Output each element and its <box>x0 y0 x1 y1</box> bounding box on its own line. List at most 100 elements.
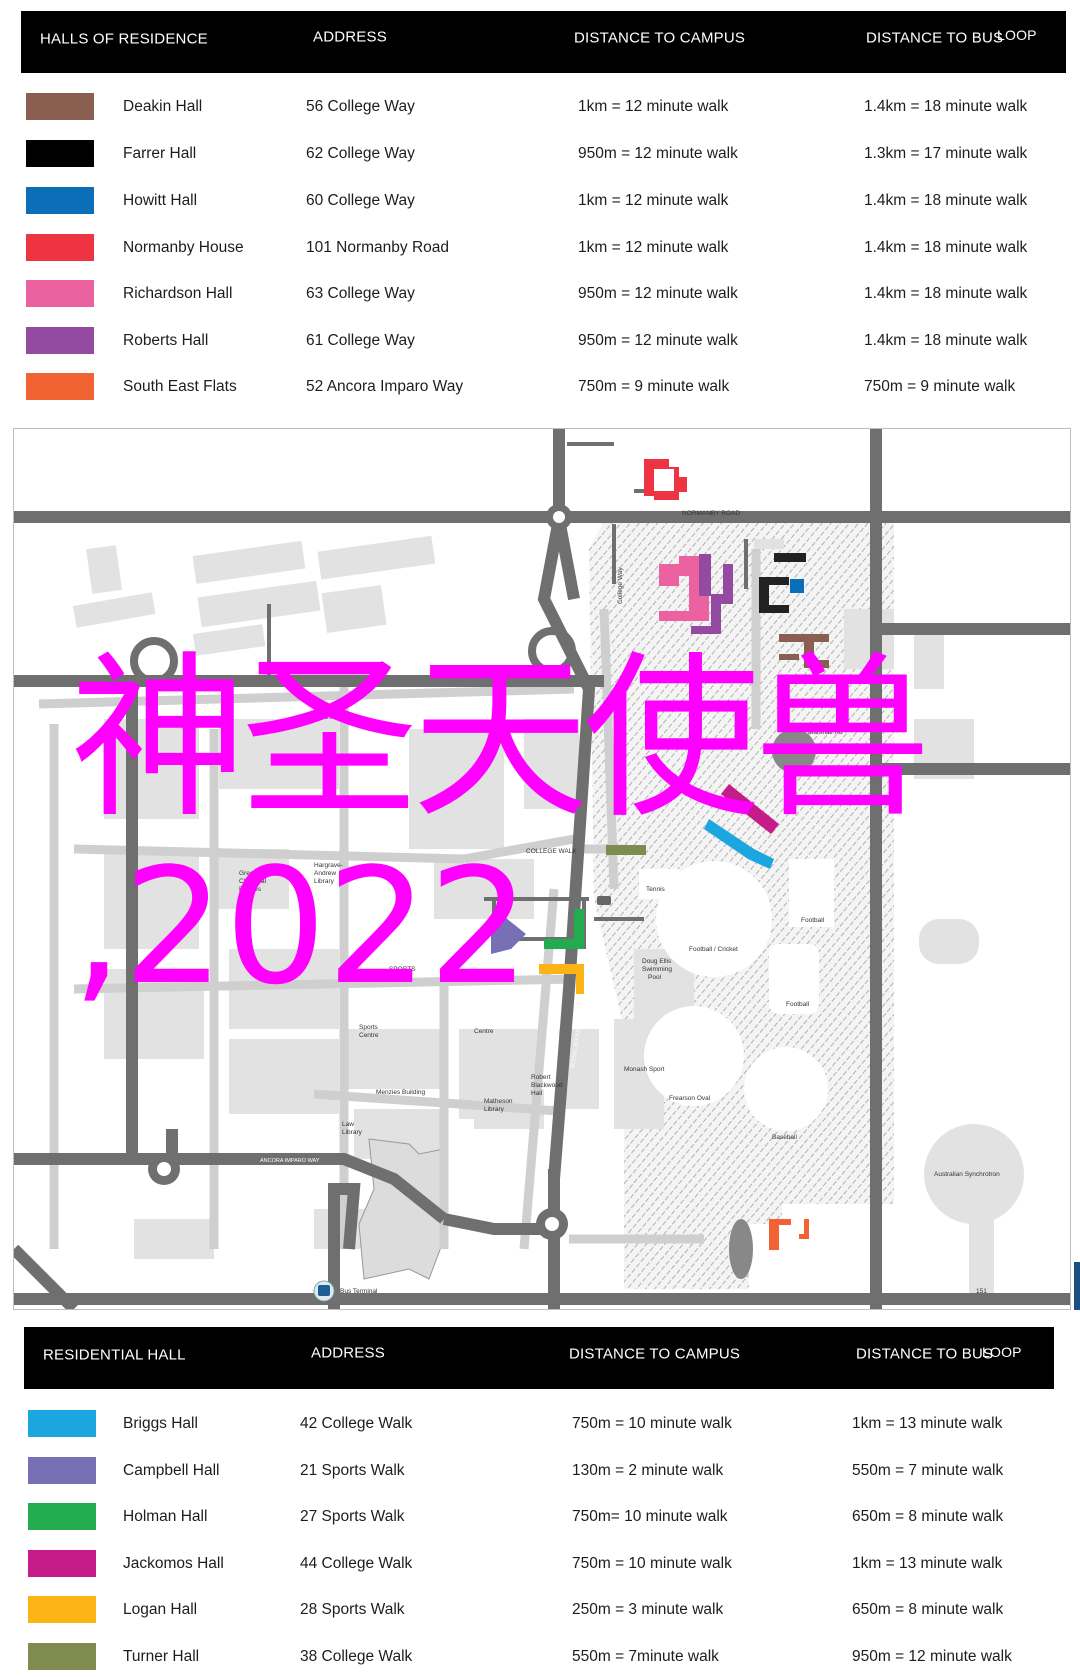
distance-to-bus-loop: 1.4km = 18 minute walk <box>864 332 1028 349</box>
col-header-loop: LOOP <box>997 27 1037 43</box>
address: 52 Ancora Imparo Way <box>306 378 464 395</box>
distance-to-campus: 950m = 12 minute walk <box>578 145 738 162</box>
label-151: 151 <box>976 1288 987 1295</box>
label-bus-terminal: Bus Terminal <box>340 1288 378 1295</box>
address: 62 College Way <box>306 145 415 162</box>
distance-to-campus: 750m = 10 minute walk <box>572 1415 732 1432</box>
label-matheson-2: Library <box>484 1106 505 1113</box>
distance-to-campus: 250m = 3 minute walk <box>572 1601 724 1618</box>
distance-to-campus: 1km = 12 minute walk <box>578 98 729 115</box>
normanby-house-marker <box>644 459 687 500</box>
table-row: Richardson Hall 63 College Way 950m = 12 m… <box>0 274 1080 314</box>
distance-to-campus: 550m = 7minute walk <box>572 1648 719 1665</box>
col-header-address: ADDRESS <box>313 28 387 46</box>
distance-to-bus-loop: 1.3km = 17 minute walk <box>864 145 1028 162</box>
label-normanby-road: NORMANBY ROAD <box>682 510 740 517</box>
distance-to-bus-loop: 1.4km = 18 minute walk <box>864 192 1028 209</box>
distance-to-campus: 750m = 9 minute walk <box>578 378 730 395</box>
hall-name: Roberts Hall <box>123 332 209 349</box>
label-doug-3: Pool <box>648 974 662 981</box>
color-swatch <box>26 93 94 120</box>
distance-to-campus: 950m = 12 minute walk <box>578 332 738 349</box>
color-swatch <box>28 1550 96 1577</box>
color-swatch <box>26 234 94 261</box>
label-sports-centre-1: Sports <box>359 1024 379 1031</box>
label-college-walk: COLLEGE WALK <box>526 848 577 855</box>
table-row: Jackomos Hall 44 College Walk 750m = 10 mi… <box>0 1544 1080 1584</box>
hall-name: Logan Hall <box>123 1601 198 1618</box>
howitt-hall-marker <box>790 579 804 593</box>
address: 21 Sports Walk <box>300 1462 405 1479</box>
hall-name: Richardson Hall <box>123 285 233 302</box>
campus-map: NORMANBY ROAD 101 Horizons Green Chemica… <box>13 428 1071 1310</box>
address: 101 Normanby Road <box>306 239 450 256</box>
col2-header-campus: DISTANCE TO CAMPUS <box>569 1345 741 1363</box>
table2-header: RESIDENTIAL HALL ADDRESS DISTANCE TO CAM… <box>24 1327 1054 1389</box>
color-swatch <box>26 140 94 167</box>
address: 27 Sports Walk <box>300 1508 405 1525</box>
turner-hall-marker <box>606 845 646 855</box>
label-football-2: Football <box>786 1001 810 1008</box>
label-law-2: Library <box>342 1129 363 1136</box>
address: 44 College Walk <box>300 1555 413 1572</box>
table-row: Farrer Hall 62 College Way 950m = 12 minut… <box>0 134 1080 174</box>
label-tennis: Tennis <box>646 886 666 893</box>
label-frearson: Frearson Oval <box>669 1095 711 1102</box>
address: 38 College Walk <box>300 1648 413 1665</box>
address: 60 College Way <box>306 192 415 209</box>
distance-to-bus-loop: 1.4km = 18 minute walk <box>864 98 1028 115</box>
distance-to-bus-loop: 1.4km = 18 minute walk <box>864 285 1028 302</box>
table-row: Briggs Hall 42 College Walk 750m = 10 minu… <box>0 1404 1080 1444</box>
col2-header-bus: DISTANCE TO BUS <box>856 1345 994 1363</box>
table-row: Holman Hall 27 Sports Walk 750m= 10 minute… <box>0 1497 1080 1537</box>
label-ancora: ANCORA IMPARO WAY <box>260 1158 320 1164</box>
color-swatch <box>28 1643 96 1670</box>
distance-to-campus: 1km = 12 minute walk <box>578 192 729 209</box>
color-swatch <box>26 187 94 214</box>
table-row: Campbell Hall 21 Sports Walk 130m = 2 minu… <box>0 1451 1080 1491</box>
col-header-campus: DISTANCE TO CAMPUS <box>574 29 746 47</box>
address: 56 College Way <box>306 98 415 115</box>
hall-name: Howitt Hall <box>123 192 198 209</box>
distance-to-bus-loop: 1km = 13 minute walk <box>852 1555 1003 1572</box>
hall-name: Campbell Hall <box>123 1462 220 1479</box>
overlay-title-line1: 神圣天使兽 <box>70 636 931 842</box>
col2-header-address: ADDRESS <box>311 1344 385 1362</box>
distance-to-bus-loop: 750m = 9 minute walk <box>864 378 1016 395</box>
distance-to-campus: 750m= 10 minute walk <box>572 1508 728 1525</box>
distance-to-campus: 750m = 10 minute walk <box>572 1555 732 1572</box>
distance-to-bus-loop: 550m = 7 minute walk <box>852 1462 1004 1479</box>
south-east-flats-marker <box>769 1219 809 1250</box>
col-header-bus: DISTANCE TO BUS <box>866 29 1004 47</box>
address: 42 College Walk <box>300 1415 413 1432</box>
color-swatch <box>26 373 94 400</box>
color-swatch <box>28 1410 96 1437</box>
parking-icon <box>597 896 611 905</box>
label-monash-sport: Monash Sport <box>624 1066 665 1073</box>
label-doug-1: Doug Ellis <box>642 958 672 965</box>
overlay-title-line2: ,2022 <box>72 833 531 1020</box>
hall-name: Turner Hall <box>123 1648 200 1665</box>
col-header-hall: HALLS OF RESIDENCE <box>40 30 208 48</box>
table-row: South East Flats 52 Ancora Imparo Way 750m… <box>0 367 1080 407</box>
distance-to-bus-loop: 650m = 8 minute walk <box>852 1601 1004 1618</box>
label-synchrotron: Australian Synchrotron <box>934 1171 1000 1178</box>
label-matheson-1: Matheson <box>484 1098 513 1105</box>
label-sports-centre-2: Centre <box>359 1032 379 1039</box>
label-centre: Centre <box>474 1028 494 1035</box>
color-swatch <box>28 1596 96 1623</box>
label-football-1: Football <box>801 917 825 924</box>
hall-name: Farrer Hall <box>123 145 197 162</box>
color-swatch <box>26 327 94 354</box>
col2-header-hall: RESIDENTIAL HALL <box>43 1346 186 1364</box>
color-swatch <box>28 1503 96 1530</box>
label-101: 101 <box>660 486 671 493</box>
distance-to-campus: 950m = 12 minute walk <box>578 285 738 302</box>
farrer-hall-marker <box>774 553 806 562</box>
label-doug-2: Swimming <box>642 966 672 973</box>
label-baseball: Baseball <box>772 1134 797 1141</box>
distance-to-bus-loop: 950m = 12 minute walk <box>852 1648 1012 1665</box>
distance-to-campus: 1km = 12 minute walk <box>578 239 729 256</box>
hall-name: Jackomos Hall <box>123 1555 224 1572</box>
col2-header-loop: LOOP <box>982 1344 1022 1360</box>
